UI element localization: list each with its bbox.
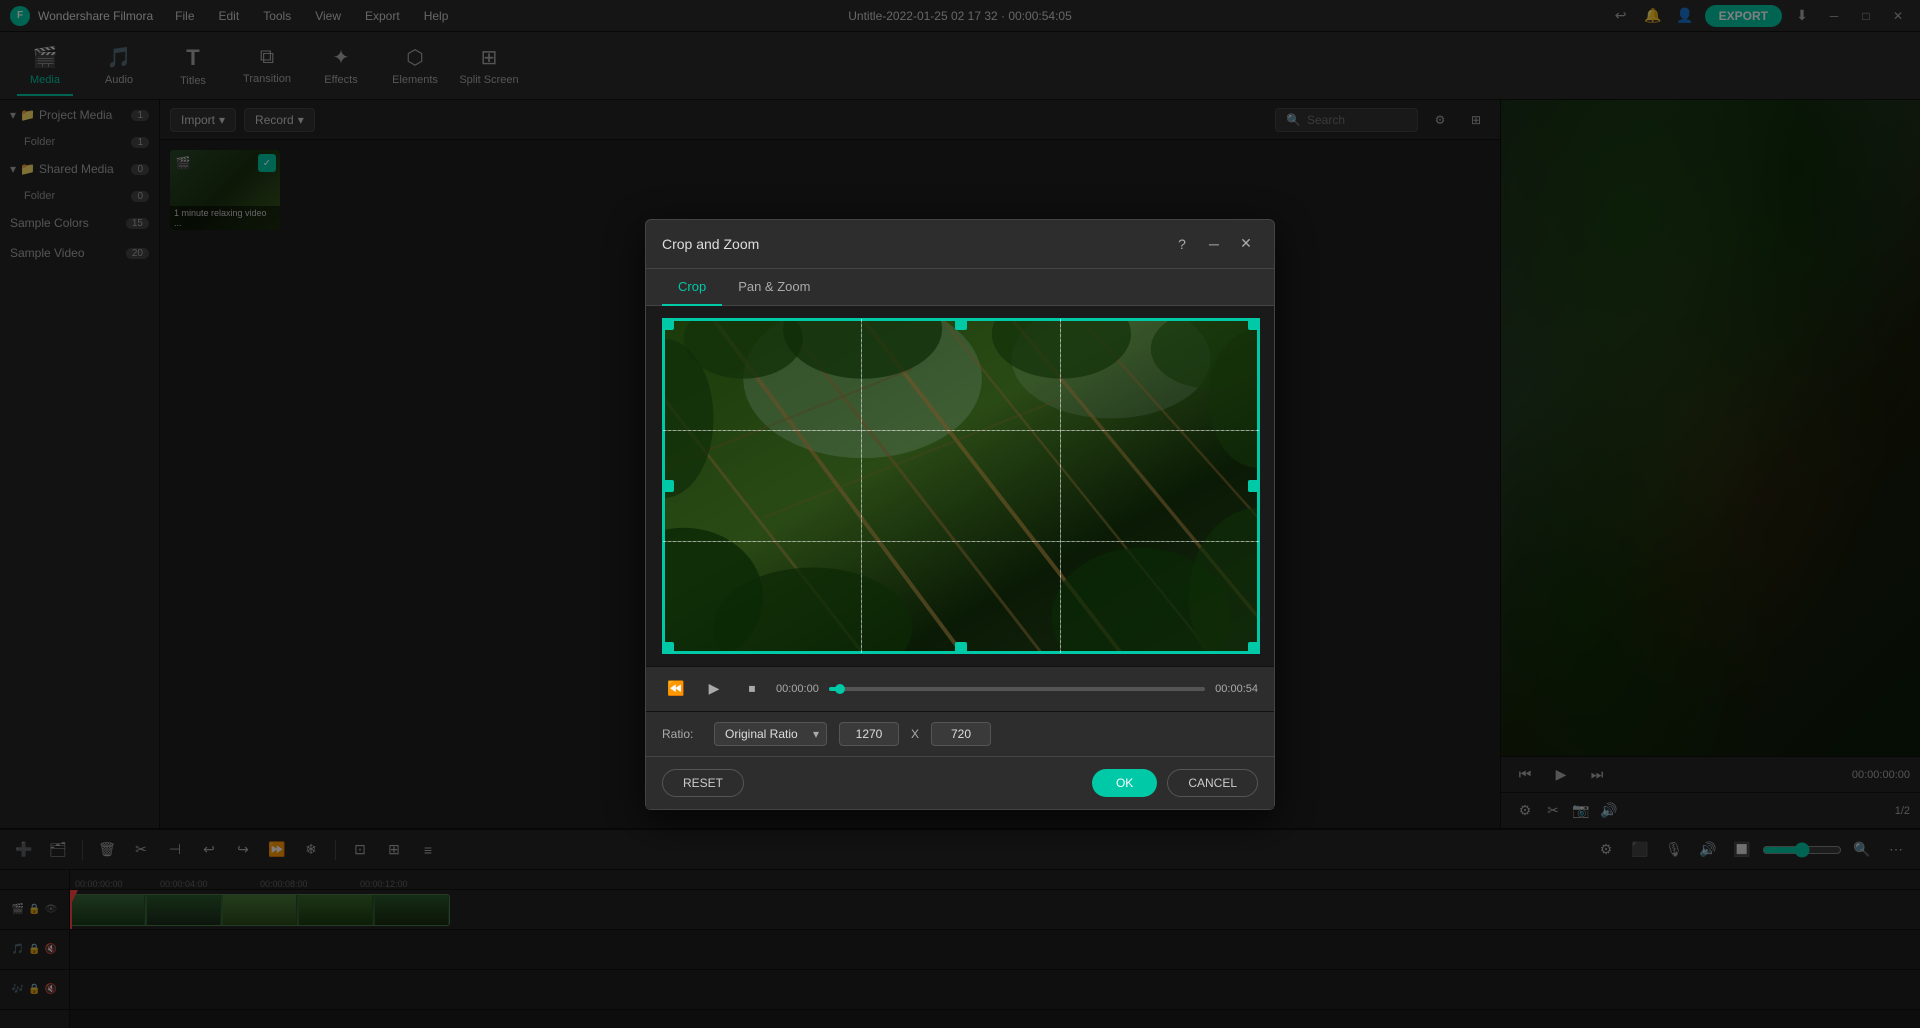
crop-dialog: Crop and Zoom ? ─ ✕ Crop Pan & Zoom	[645, 219, 1275, 810]
ratio-select[interactable]: Original Ratio 16:9 4:3 1:1 9:16	[714, 722, 827, 746]
crop-tab-panzoom[interactable]: Pan & Zoom	[722, 269, 826, 306]
crop-total-time: 00:00:54	[1215, 683, 1258, 695]
ok-button[interactable]: OK	[1092, 769, 1157, 797]
reset-button[interactable]: RESET	[662, 769, 744, 797]
crop-preview-svg	[663, 319, 1259, 653]
ratio-label: Ratio:	[662, 727, 702, 741]
crop-step-back-button[interactable]: ⏪	[662, 675, 690, 703]
crop-preview-area	[646, 306, 1274, 666]
crop-footer: RESET OK CANCEL	[646, 756, 1274, 809]
crop-help-button[interactable]: ?	[1170, 232, 1194, 256]
crop-tabs: Crop Pan & Zoom	[646, 269, 1274, 306]
ratio-select-wrapper: Original Ratio 16:9 4:3 1:1 9:16	[714, 722, 827, 746]
crop-playback: ⏪ ▶ ⏹ 00:00:00 00:00:54	[646, 666, 1274, 711]
cancel-button[interactable]: CANCEL	[1167, 769, 1258, 797]
modal-overlay[interactable]: Crop and Zoom ? ─ ✕ Crop Pan & Zoom	[0, 0, 1920, 1028]
footer-right: OK CANCEL	[1092, 769, 1258, 797]
crop-progress-dot	[835, 684, 845, 694]
crop-current-time: 00:00:00	[776, 683, 819, 695]
crop-dialog-header: Crop and Zoom ? ─ ✕	[646, 220, 1274, 269]
crop-stop-button[interactable]: ⏹	[738, 675, 766, 703]
ratio-height-input[interactable]: 720	[931, 722, 991, 746]
crop-tab-crop[interactable]: Crop	[662, 269, 722, 306]
crop-preview-container[interactable]	[662, 318, 1260, 654]
crop-progress-bar[interactable]	[829, 687, 1205, 691]
ratio-x-label: X	[911, 727, 919, 741]
ratio-width-input[interactable]: 1270	[839, 722, 899, 746]
crop-minimize-button[interactable]: ─	[1202, 232, 1226, 256]
crop-close-button[interactable]: ✕	[1234, 232, 1258, 256]
crop-dialog-title: Crop and Zoom	[662, 236, 759, 252]
crop-ratio-row: Ratio: Original Ratio 16:9 4:3 1:1 9:16 …	[646, 711, 1274, 756]
crop-play-button[interactable]: ▶	[700, 675, 728, 703]
crop-dialog-header-right: ? ─ ✕	[1170, 232, 1258, 256]
